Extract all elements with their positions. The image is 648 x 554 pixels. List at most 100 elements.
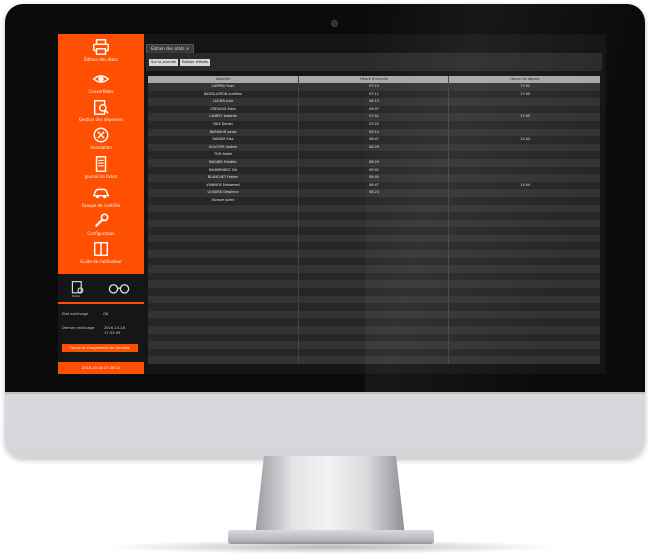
table-row[interactable]: LIOVARD Delphine 08:23 [148, 189, 600, 197]
attendance-table: Salariés Heure d'arrivée Heure de départ… [148, 76, 600, 364]
table-cell: 07:11 [298, 90, 449, 99]
table-cell: BASSILLERON Aurélien [203, 91, 243, 96]
main-content: Édition des états ✕ Sur la journée Éditi… [144, 34, 606, 374]
table-row[interactable]: RAHMENDEZ Sid 09:02 [148, 166, 600, 175]
table-row[interactable]: LAURET Isabelle 07:51 17:05 [148, 113, 600, 121]
last-archive-row: Dernier archivage 2016-10-18 17:33:49 [62, 326, 125, 335]
tab-editions[interactable]: Édition des états ✕ [146, 44, 195, 53]
table-row[interactable] [148, 280, 600, 289]
column-header[interactable]: Heure d'arrivée [298, 76, 449, 83]
table-cell [448, 295, 601, 304]
sidebar-item-label: Gestion des dépenses [78, 117, 124, 122]
table-row[interactable] [148, 295, 601, 304]
table-row[interactable] [148, 227, 600, 235]
table-row[interactable] [148, 318, 600, 326]
archive-status-value: OK [103, 312, 109, 316]
table-row[interactable] [148, 272, 600, 281]
table-cell: 17:00 [448, 90, 601, 99]
table-row[interactable]: TOH Abdel [148, 151, 600, 159]
table-row[interactable] [148, 288, 600, 296]
table-cell: 17:01 [448, 83, 601, 91]
table-cell [298, 212, 449, 220]
table-cell: 11:44 [448, 181, 601, 190]
table-cell: LAGIER Julie [212, 99, 234, 104]
glasses-icon[interactable] [108, 281, 130, 295]
sidebar-item-editions[interactable]: Édition des états [58, 38, 144, 74]
table-row[interactable] [148, 348, 600, 357]
table-cell: TOH Abdel [213, 152, 233, 157]
table-row[interactable] [148, 356, 600, 364]
table-cell [148, 288, 298, 296]
sidebar-item-label: Convertibles [88, 89, 114, 94]
table-row[interactable]: CAPPRA Yvan 07:15 17:01 [148, 83, 600, 91]
table-row[interactable]: LAGIER Julie 06:15 [148, 98, 600, 106]
table-row[interactable]: SOLOTER Valérie 08:29 [148, 143, 600, 152]
force-archive-button[interactable]: Forcer le chargement de l'archive [62, 344, 138, 352]
table-cell: BLANCHET Fabien [207, 175, 239, 180]
column-header[interactable]: Heure de départ [448, 76, 601, 83]
table-cell [298, 265, 449, 273]
column-header[interactable]: Salariés [148, 76, 298, 83]
table-row[interactable] [148, 333, 600, 342]
sidebar-item-label: Groupe de contrôle [81, 203, 121, 208]
table-cell [448, 212, 601, 220]
table-cell [448, 105, 601, 114]
table-cell [148, 265, 298, 273]
table-cell [298, 151, 449, 159]
table-cell: 08:29 [298, 143, 449, 152]
table-cell [148, 273, 298, 281]
table-cell [448, 257, 601, 266]
table-row[interactable]: VIANNOS Mohamed 08:47 11:44 [148, 181, 601, 190]
table-row[interactable] [148, 303, 600, 311]
table-row[interactable] [148, 265, 600, 273]
table-row[interactable]: Viviane Julien [148, 196, 600, 205]
table-cell [148, 220, 298, 228]
sidebar-item-guide[interactable]: Guide de l'utilisateur [58, 240, 144, 276]
table-cell [448, 288, 601, 296]
table-row[interactable] [148, 326, 600, 334]
table-cell [148, 303, 298, 311]
table-cell [448, 234, 601, 243]
table-cell [448, 158, 601, 167]
table-row[interactable] [148, 257, 601, 266]
table-row[interactable]: BARRAUD Jonas 09:10 [148, 128, 600, 137]
table-row[interactable] [148, 204, 600, 213]
table-cell [298, 318, 449, 326]
table-cell: 17:05 [448, 113, 601, 121]
users-device-icon[interactable] [70, 280, 86, 296]
table-row[interactable] [148, 234, 601, 243]
table-cell [148, 311, 298, 319]
table-row[interactable]: HAIDER Elsa 08:47 11:44 [148, 136, 600, 144]
table-row[interactable] [148, 250, 600, 258]
table-cell [148, 212, 298, 220]
table-cell [298, 234, 449, 243]
table-row[interactable] [148, 310, 600, 319]
table-row[interactable]: BASSILLERON Aurélien 07:11 17:00 [148, 90, 601, 99]
table-cell [298, 219, 449, 228]
sidebar-item-label: Annulation [90, 145, 112, 150]
table-cell [148, 242, 298, 250]
table-row[interactable] [148, 341, 600, 349]
table-row[interactable] [148, 212, 600, 220]
table-cell [448, 219, 601, 228]
table-row[interactable]: MAGNIR Frédéric 08:29 [148, 158, 601, 167]
table-row[interactable] [148, 242, 600, 251]
table-cell [448, 151, 601, 159]
table-row[interactable]: FAIX Daniel 07:22 [148, 120, 600, 129]
table-cell: FAIX Daniel [213, 121, 233, 126]
table-cell: 09:05 [298, 174, 449, 182]
table-row[interactable]: CREVAUX Alain 09:07 [148, 105, 601, 114]
table-cell [298, 280, 449, 289]
current-datetime: 2016-10-18 17:38:22 [58, 362, 144, 374]
printer-icon [93, 39, 109, 55]
table-row[interactable]: BLANCHET Fabien 09:05 [148, 174, 600, 182]
table-cell [148, 326, 298, 334]
table-cell [448, 318, 601, 326]
mobile-label: Mobile [72, 295, 81, 298]
table-row[interactable] [148, 219, 601, 228]
receipt-icon [95, 156, 107, 172]
today-button[interactable]: Sur la journée [149, 59, 179, 66]
last-archive-value: 2016-10-18 17:33:49 [104, 326, 125, 335]
edit-reports-button[interactable]: Édition d'états [180, 59, 210, 66]
table-cell [448, 174, 601, 182]
